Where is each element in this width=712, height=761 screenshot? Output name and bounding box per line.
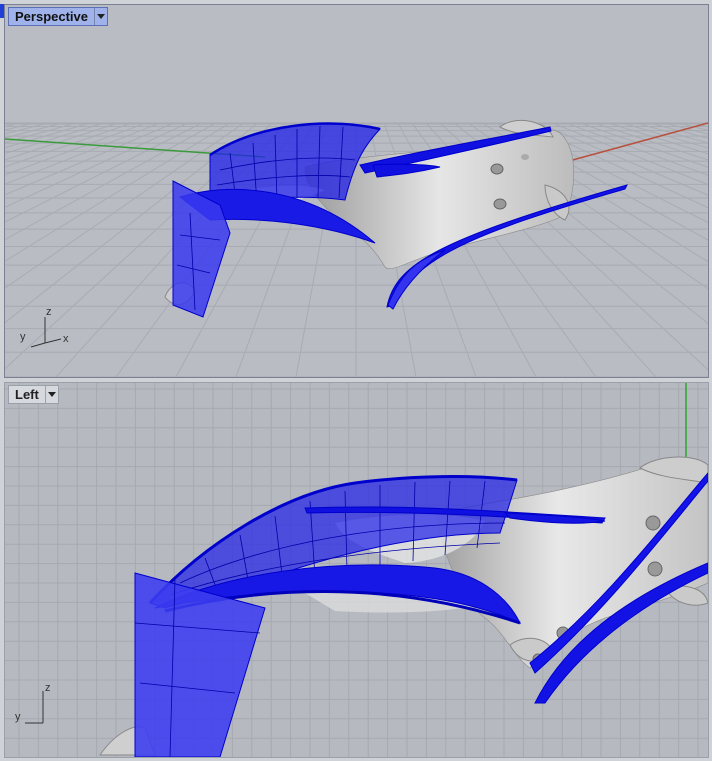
left-scene[interactable]: z y [5,383,708,757]
left-viewport[interactable]: Left z y [4,382,709,758]
axis-label-z: z [46,306,52,318]
axis-label-x: x [63,333,69,345]
tab-left[interactable]: Left [8,385,59,404]
axis-label-z: z [45,682,51,694]
axis-label-y: y [15,711,21,723]
axis-indicator: z x y [20,306,69,348]
viewport-title-left[interactable]: Left [9,386,45,403]
chevron-down-icon[interactable] [94,8,107,25]
axis-indicator-left: z y [15,682,51,724]
tab-perspective[interactable]: Perspective [8,7,108,26]
axis-label-y: y [20,331,26,343]
chevron-down-icon[interactable] [44,386,58,403]
perspective-scene[interactable]: z x y [5,5,708,377]
perspective-viewport[interactable]: Perspective z x y [4,4,709,378]
viewport-title-perspective[interactable]: Perspective [9,8,94,25]
